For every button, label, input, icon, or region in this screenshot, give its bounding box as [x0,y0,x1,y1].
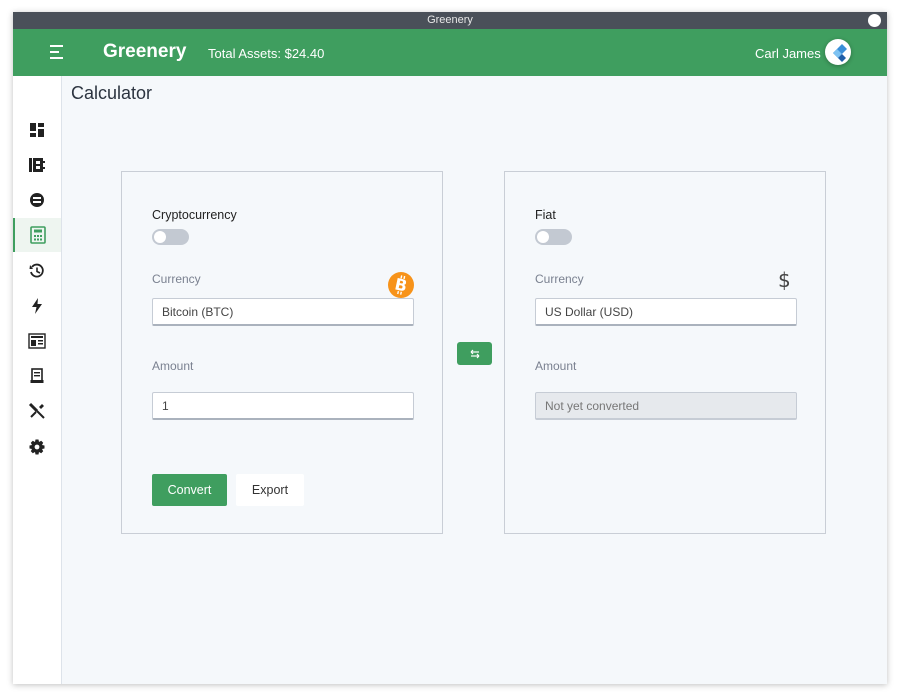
app-window: Greenery Greenery Total Assets: $24.40 C… [13,12,887,684]
export-button[interactable]: Export [236,474,304,506]
sidebar-item-dashboard[interactable] [13,113,61,147]
crypto-card-title: Cryptocurrency [152,208,237,222]
user-name[interactable]: Carl James [755,46,821,61]
convert-button[interactable]: Convert [152,474,227,506]
crypto-currency-select[interactable]: Bitcoin (BTC) [152,298,414,326]
exchange-icon [30,193,44,207]
window-title: Greenery [427,14,473,26]
sidebar-item-calculator[interactable] [13,218,61,252]
sidebar-item-news[interactable] [13,324,61,358]
sidebar-item-history[interactable] [13,254,61,288]
sidebar-item-tools[interactable] [13,394,61,428]
sidebar [13,76,62,684]
sidebar-item-receipt[interactable] [13,359,61,393]
settings-icon [29,439,45,455]
crypto-toggle[interactable] [152,229,189,245]
fiat-toggle[interactable] [535,229,572,245]
receipt-icon [30,368,44,383]
bitcoin-icon: B [388,272,414,298]
fiat-amount-output: Not yet converted [535,392,797,420]
menu-icon[interactable] [50,45,66,59]
page-title: Calculator [71,83,153,103]
history-icon [29,263,44,278]
sidebar-item-exchange[interactable] [13,183,61,217]
window-titlebar: Greenery [13,12,887,29]
brand-name: Greenery [103,41,187,62]
app-header: Greenery Total Assets: $24.40 Carl James [13,29,887,76]
window-control-button[interactable] [868,14,881,27]
fiat-currency-select[interactable]: US Dollar (USD) [535,298,797,326]
crypto-amount-label: Amount [152,359,194,373]
fiat-card-title: Fiat [535,208,556,222]
swap-button[interactable] [457,342,492,365]
total-assets: Total Assets: $24.40 [208,46,325,61]
calculator-icon [30,226,46,244]
toggle-knob [154,231,166,243]
toggle-knob [537,231,549,243]
avatar[interactable] [825,39,851,65]
lightning-icon [32,298,42,314]
tools-icon [28,402,45,419]
sidebar-item-settings[interactable] [13,430,61,464]
dollar-icon: $ [778,268,791,292]
news-icon [28,333,46,349]
crypto-card: Cryptocurrency Currency B Bitcoin (BTC) … [121,171,443,534]
avatar-logo-icon [833,44,847,62]
fiat-amount-label: Amount [535,359,577,373]
sidebar-item-wallet[interactable] [13,148,61,182]
crypto-currency-label: Currency [152,272,201,286]
fiat-card: Fiat Currency $ US Dollar (USD) Amount N… [504,171,826,534]
fiat-currency-label: Currency [535,272,584,286]
crypto-amount-input[interactable]: 1 [152,392,414,420]
dashboard-icon [30,123,44,137]
sidebar-item-lightning[interactable] [13,289,61,323]
swap-arrows-icon [470,349,479,358]
wallet-icon [29,158,45,172]
